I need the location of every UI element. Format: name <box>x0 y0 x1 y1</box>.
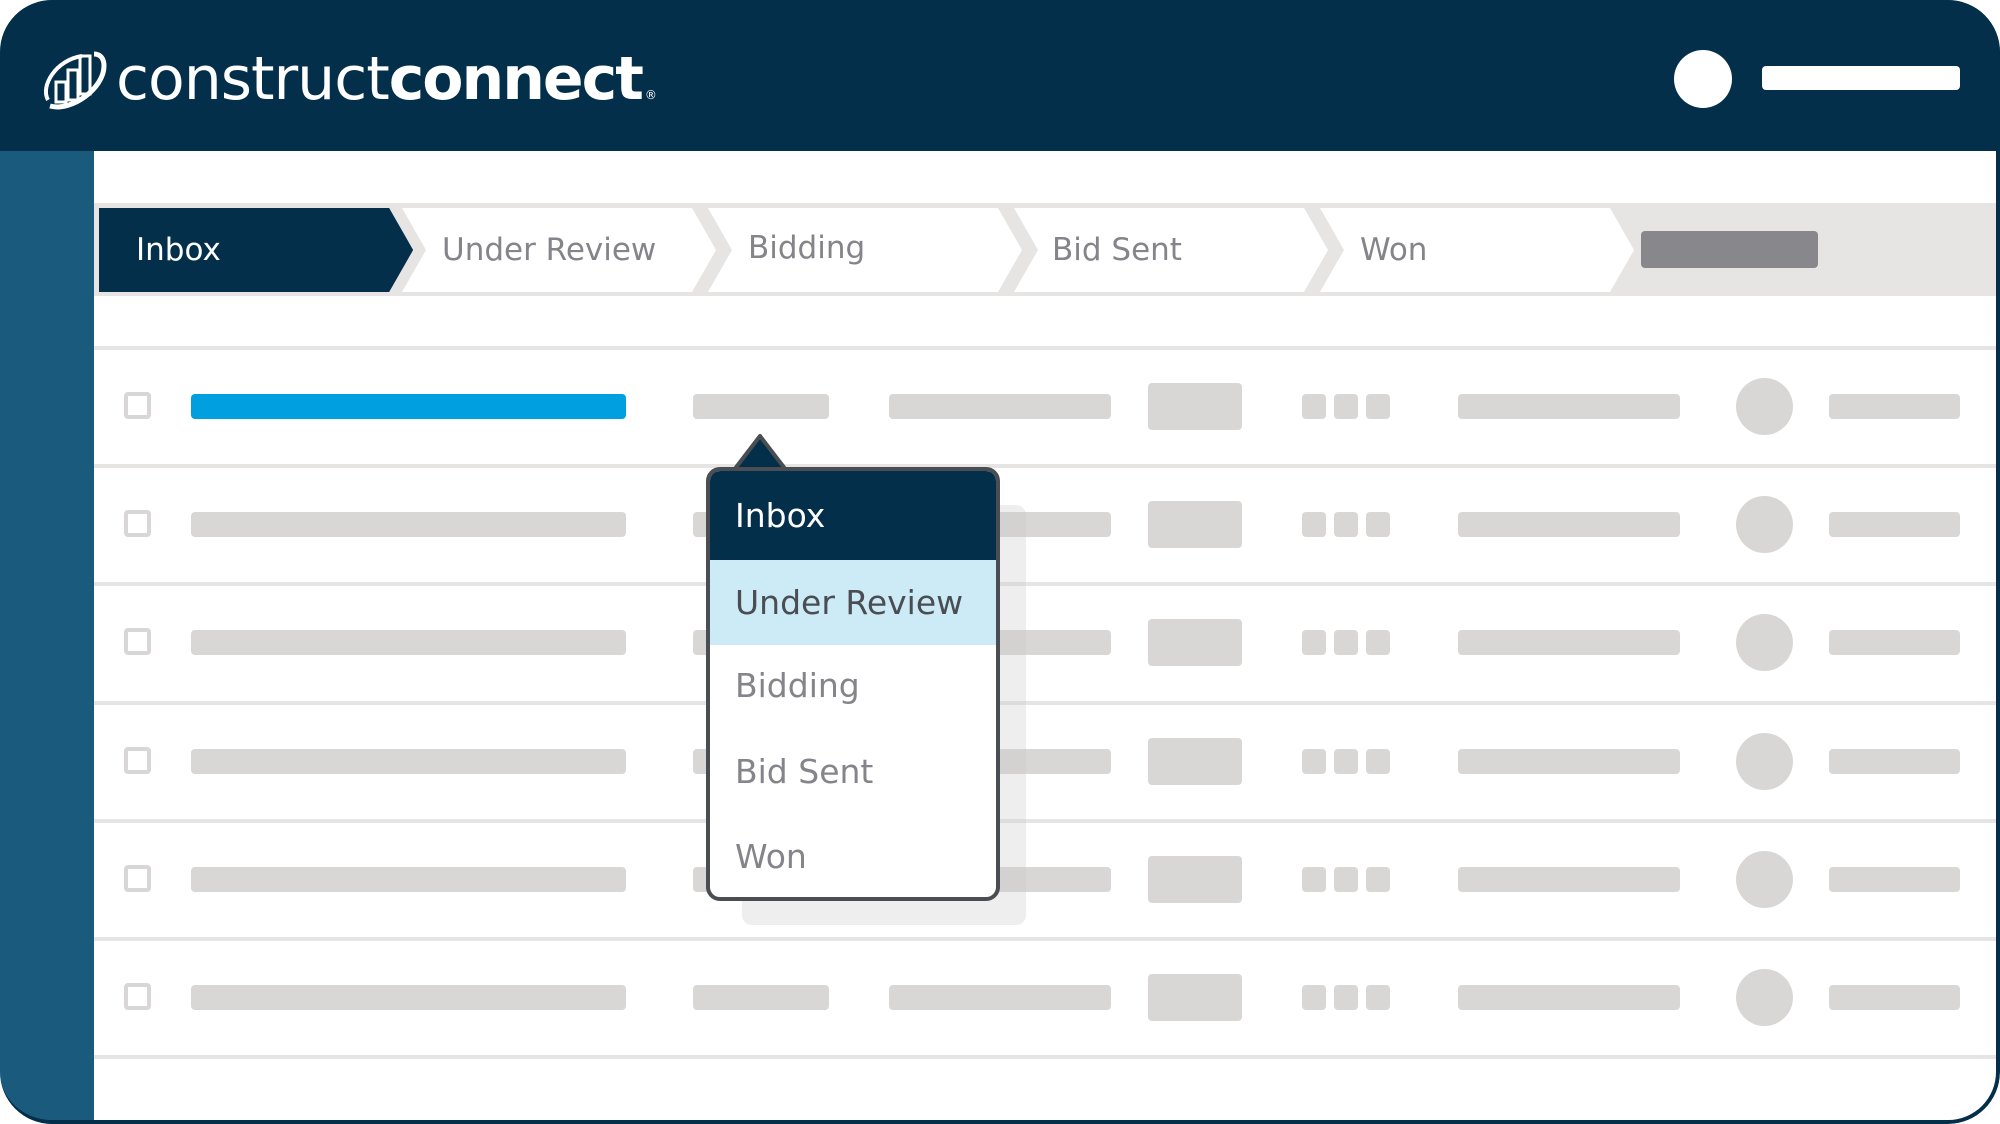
cell-placeholder <box>693 394 829 419</box>
assignee-avatar-icon <box>1736 851 1793 908</box>
cell-placeholder <box>889 394 1111 419</box>
project-title-placeholder[interactable] <box>191 630 626 655</box>
tab-inbox[interactable]: Inbox <box>98 208 418 292</box>
registered-mark: ® <box>644 88 657 102</box>
status-dropdown-menu: Inbox Under Review Bidding Bid Sent Won <box>706 467 1000 901</box>
mini-cell-placeholder <box>1334 749 1358 774</box>
cell-placeholder <box>1458 630 1680 655</box>
tab-bid-sent[interactable]: Bid Sent <box>1012 208 1332 292</box>
tab-label: Inbox <box>136 232 221 268</box>
mini-cell-placeholder <box>1366 512 1390 537</box>
sidebar <box>0 151 94 1124</box>
mini-cell-placeholder <box>1302 749 1326 774</box>
cell-placeholder <box>1458 512 1680 537</box>
mini-cell-placeholder <box>1334 394 1358 419</box>
mini-cell-placeholder <box>1334 512 1358 537</box>
mini-cell-placeholder <box>1302 630 1326 655</box>
project-title-placeholder[interactable] <box>191 985 626 1010</box>
dropdown-option-bidding[interactable]: Bidding <box>710 645 996 727</box>
row-checkbox[interactable] <box>124 510 151 537</box>
row-divider <box>94 582 1996 586</box>
row-checkbox[interactable] <box>124 865 151 892</box>
mini-cell-placeholder <box>1302 394 1326 419</box>
mini-cell-placeholder <box>1334 630 1358 655</box>
dropdown-option-inbox[interactable]: Inbox <box>710 471 996 560</box>
cell-placeholder <box>1829 512 1960 537</box>
cell-placeholder <box>1458 749 1680 774</box>
tab-label: Bid Sent <box>1052 232 1182 268</box>
mini-cell-placeholder <box>1366 394 1390 419</box>
row-divider <box>94 701 1996 705</box>
mini-cell-placeholder <box>1366 630 1390 655</box>
cell-placeholder <box>1458 867 1680 892</box>
dropdown-option-bid-sent[interactable]: Bid Sent <box>710 729 996 814</box>
dropdown-option-under-review[interactable]: Under Review <box>710 560 996 645</box>
tab-under-review[interactable]: Under Review <box>400 208 720 292</box>
cell-placeholder <box>1829 985 1960 1010</box>
cell-block-placeholder <box>1148 383 1242 430</box>
cell-block-placeholder <box>1148 856 1242 903</box>
mini-cell-placeholder <box>1302 512 1326 537</box>
assignee-avatar-icon <box>1736 496 1793 553</box>
toolbar-button-1[interactable] <box>1641 231 1735 268</box>
row-checkbox[interactable] <box>124 983 151 1010</box>
project-title-placeholder[interactable] <box>191 749 626 774</box>
mini-cell-placeholder <box>1302 985 1326 1010</box>
cell-placeholder <box>1829 749 1960 774</box>
user-name-placeholder[interactable] <box>1762 66 1960 90</box>
mini-cell-placeholder <box>1366 867 1390 892</box>
brand-name-light: construct <box>116 44 390 114</box>
assignee-avatar-icon <box>1736 378 1793 435</box>
app-window: construct connect ® Inbox Under Review Bid… <box>0 0 2000 1124</box>
cell-placeholder <box>693 985 829 1010</box>
mini-cell-placeholder <box>1334 985 1358 1010</box>
cell-placeholder <box>1458 394 1680 419</box>
user-avatar-icon[interactable] <box>1674 50 1732 108</box>
cell-placeholder <box>1829 394 1960 419</box>
tab-label: Bidding <box>748 230 866 266</box>
buildings-logo-icon <box>44 51 107 110</box>
cell-placeholder <box>889 985 1111 1010</box>
mini-cell-placeholder <box>1334 867 1358 892</box>
mini-cell-placeholder <box>1302 867 1326 892</box>
row-checkbox[interactable] <box>124 628 151 655</box>
assignee-avatar-icon <box>1736 733 1793 790</box>
cell-block-placeholder <box>1148 619 1242 666</box>
toolbar-button-2[interactable] <box>1724 231 1818 268</box>
brand-name-bold: connect <box>388 44 644 114</box>
project-title-placeholder[interactable] <box>191 394 626 419</box>
mini-cell-placeholder <box>1366 749 1390 774</box>
row-divider <box>94 1055 1996 1059</box>
tab-label: Under Review <box>442 232 657 268</box>
assignee-avatar-icon <box>1736 614 1793 671</box>
cell-block-placeholder <box>1148 974 1242 1021</box>
row-divider <box>94 819 1996 823</box>
brand-logo[interactable]: construct connect ® <box>42 44 657 114</box>
project-title-placeholder[interactable] <box>191 867 626 892</box>
cell-block-placeholder <box>1148 738 1242 785</box>
cell-placeholder <box>1458 985 1680 1010</box>
tab-label: Won <box>1360 232 1428 268</box>
row-divider <box>94 937 1996 941</box>
mini-cell-placeholder <box>1366 985 1390 1010</box>
dropdown-pointer <box>732 434 788 472</box>
table-header-divider <box>94 346 1996 350</box>
assignee-avatar-icon <box>1736 969 1793 1026</box>
cell-placeholder <box>1829 867 1960 892</box>
project-title-placeholder[interactable] <box>191 512 626 537</box>
cell-placeholder <box>1829 630 1960 655</box>
row-checkbox[interactable] <box>124 392 151 419</box>
row-divider <box>94 464 1996 468</box>
dropdown-option-won[interactable]: Won <box>710 814 996 897</box>
top-header: construct connect ® <box>0 0 2000 151</box>
cell-block-placeholder <box>1148 501 1242 548</box>
row-checkbox[interactable] <box>124 747 151 774</box>
tab-won[interactable]: Won <box>1318 208 1638 292</box>
tab-bidding[interactable]: Bidding <box>706 208 1026 292</box>
